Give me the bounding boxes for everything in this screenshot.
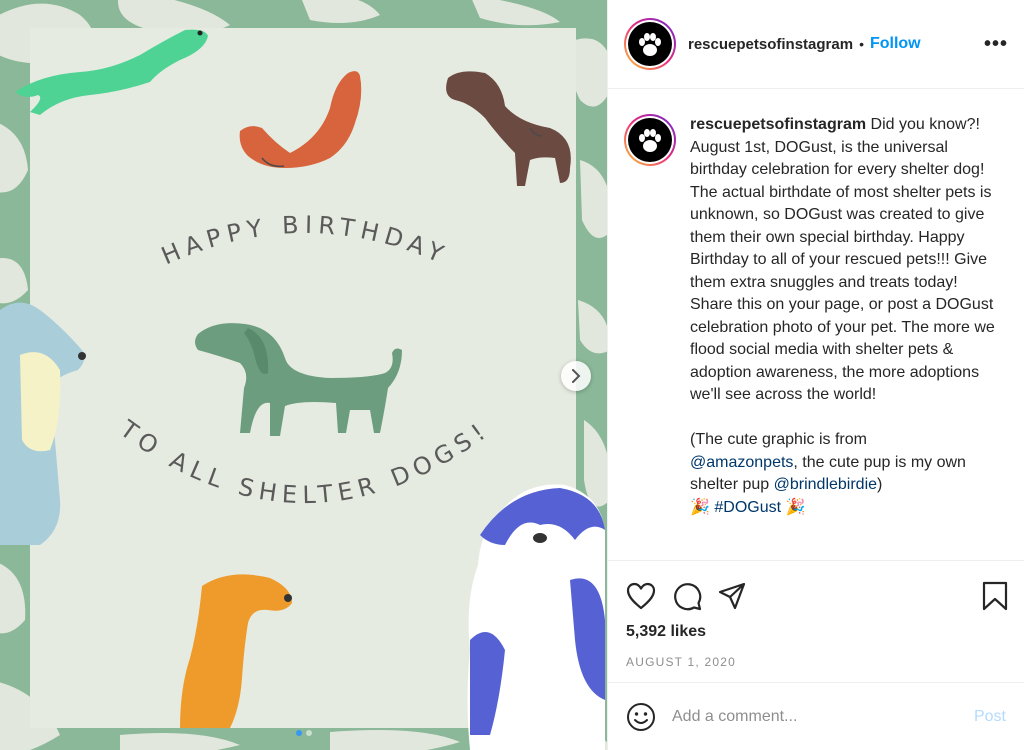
save-button[interactable]	[982, 581, 1008, 611]
caption-username[interactable]: rescuepetsofinstagram	[690, 116, 866, 133]
caption-credit-suffix: )	[877, 476, 883, 493]
post-image[interactable]: HAPPY BIRTHDAY TO ALL SHELTER DOGS!	[0, 0, 607, 750]
post-comment-button[interactable]: Post	[974, 708, 1006, 726]
avatar[interactable]	[624, 18, 676, 70]
follow-button[interactable]: Follow	[870, 35, 921, 53]
comment-button[interactable]	[672, 581, 702, 611]
heart-icon	[626, 582, 656, 610]
next-image-button[interactable]	[561, 361, 591, 391]
header-separator: •	[859, 36, 864, 52]
mention-link[interactable]: @brindlebirdie	[774, 476, 877, 493]
share-button[interactable]	[718, 582, 746, 610]
header-username[interactable]: rescuepetsofinstagram	[688, 36, 853, 53]
carousel-dot	[305, 730, 312, 736]
hashtag-link[interactable]: 🎉 #DOGust 🎉	[690, 499, 805, 516]
likes-count[interactable]: 5,392 likes	[608, 615, 1024, 641]
carousel-indicator	[0, 730, 607, 736]
paw-icon	[639, 33, 661, 56]
caption-text: rescuepetsofinstagram Did you know?! Aug…	[690, 114, 1008, 560]
comment-icon	[674, 583, 702, 611]
caption-avatar[interactable]	[624, 114, 676, 166]
bookmark-icon	[982, 581, 1008, 611]
green-leaping-dog-illustration	[0, 29, 605, 750]
emoji-button[interactable]	[626, 702, 656, 732]
paw-icon	[639, 129, 661, 152]
caption-body: Did you know?! August 1st, DOGust, is th…	[690, 116, 995, 403]
post-header: rescuepetsofinstagram • Follow •••	[608, 0, 1024, 89]
carousel-dot	[295, 730, 302, 736]
post-side-panel: rescuepetsofinstagram • Follow ••• rescu…	[607, 0, 1024, 750]
mention-link[interactable]: @amazonpets	[690, 454, 793, 471]
smiley-icon	[627, 702, 655, 731]
share-icon	[718, 582, 746, 610]
caption-credit-prefix: (The cute graphic is from	[690, 431, 867, 448]
comment-input[interactable]	[672, 707, 974, 726]
more-options-button[interactable]: •••	[984, 33, 1008, 56]
comment-bar: Post	[608, 682, 1024, 750]
post-actions: 5,392 likes August 1, 2020	[608, 560, 1024, 681]
caption-section: rescuepetsofinstagram Did you know?! Aug…	[608, 90, 1024, 560]
post-date[interactable]: August 1, 2020	[608, 641, 1024, 669]
chevron-right-icon	[572, 369, 581, 383]
like-button[interactable]	[626, 582, 656, 610]
